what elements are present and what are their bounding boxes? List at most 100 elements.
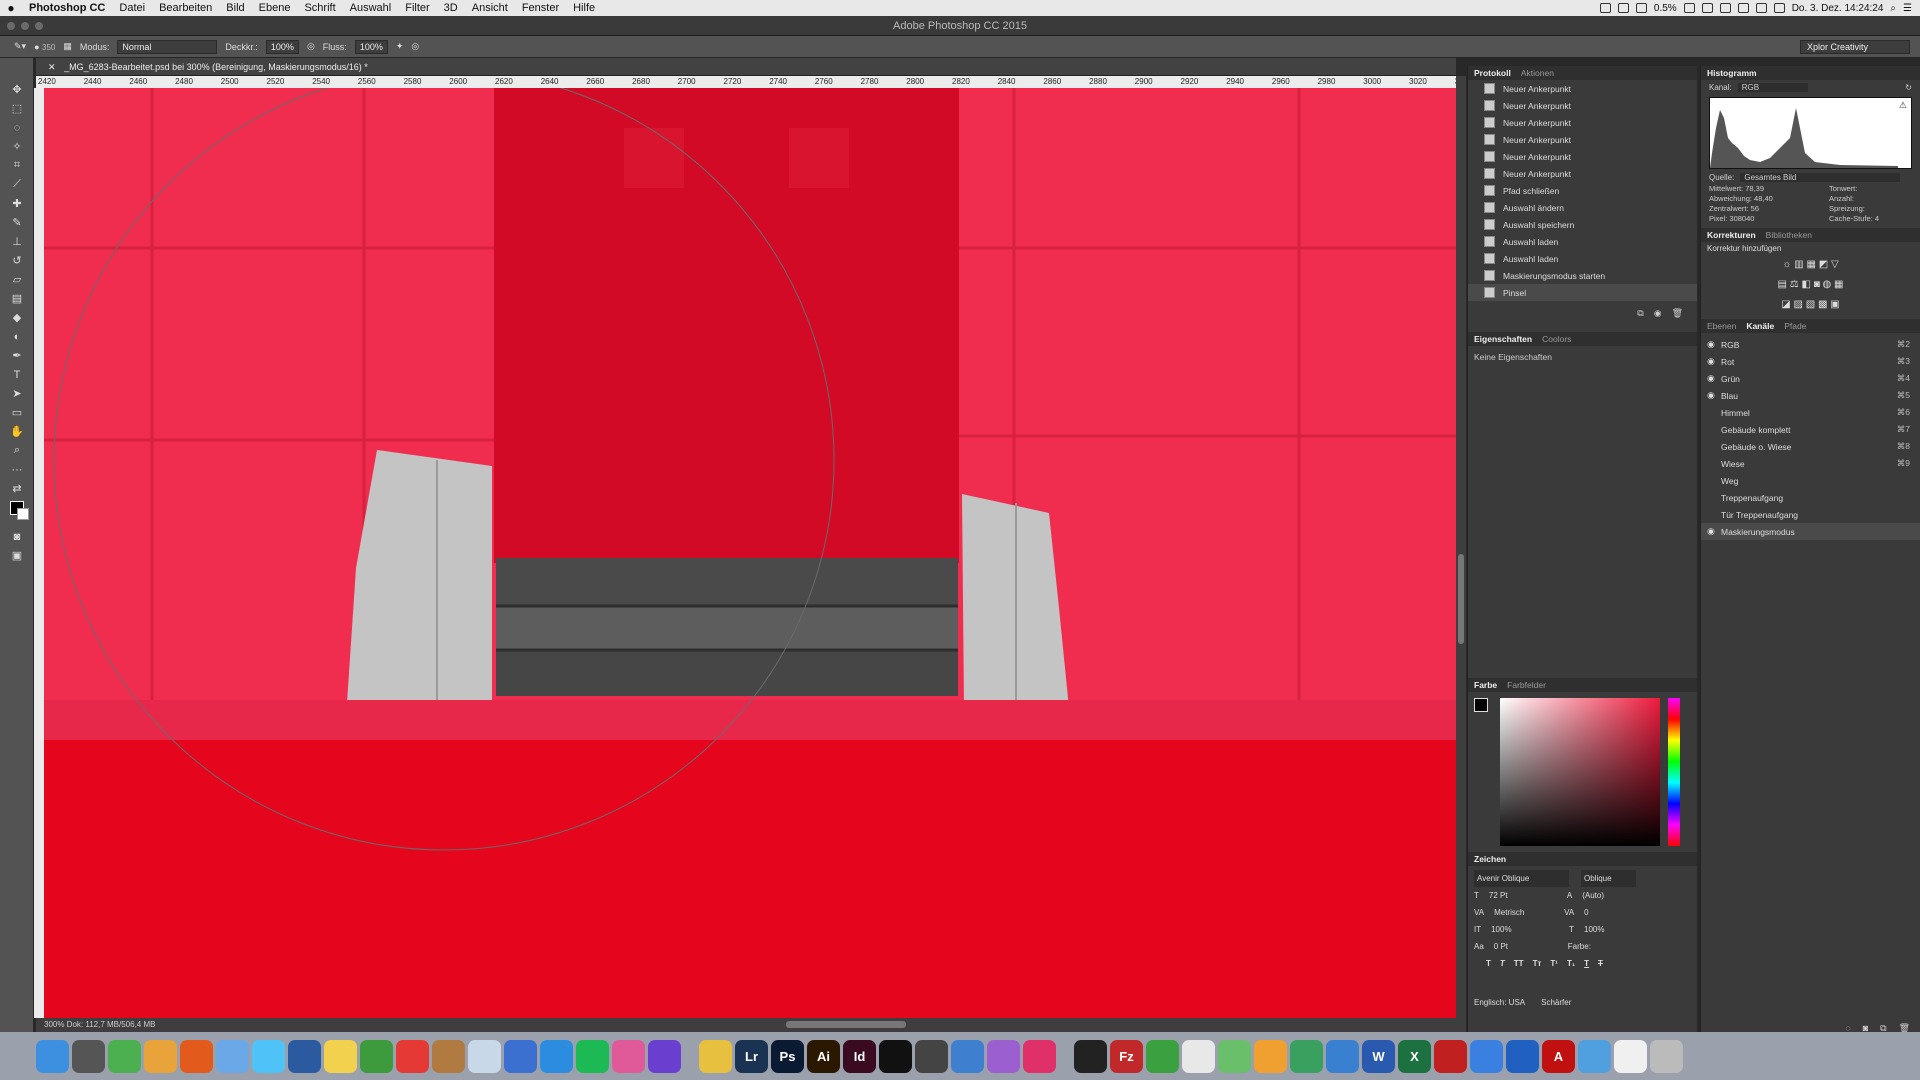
bluetooth-icon[interactable] [1737,3,1749,13]
history-item[interactable]: Neuer Ankerpunkt [1468,114,1697,131]
dock-app-keynote-icon[interactable] [951,1039,984,1073]
horizontal-scroll-thumb[interactable] [786,1021,906,1028]
faux-bold-button[interactable]: T [1486,955,1491,972]
visibility-eye-icon[interactable]: ◉ [1707,356,1721,367]
dock-app-word-icon[interactable]: W [1362,1039,1395,1073]
shape-tool-icon[interactable]: ▭ [0,403,34,422]
vertical-ruler[interactable] [34,88,44,1018]
channel-row[interactable]: Wiese ⌘9 [1701,455,1920,472]
vibrance-icon[interactable]: ▽ [1831,259,1839,270]
tab-pfade[interactable]: Pfade [1784,321,1806,331]
channel-row[interactable]: Weg [1701,472,1920,489]
history-item[interactable]: Neuer Ankerpunkt [1468,131,1697,148]
small-caps-button[interactable]: Tт [1533,955,1542,972]
dock-app-acrobat-icon[interactable]: A [1542,1039,1575,1073]
lasso-tool-icon[interactable]: ◌ [0,118,34,137]
dock-app-app store-icon[interactable] [540,1039,573,1073]
foreground-background-swatch[interactable] [0,498,34,520]
volume-icon[interactable] [1773,3,1785,13]
visibility-eye-icon[interactable]: ◉ [1707,390,1721,401]
menu-schrift[interactable]: Schrift [297,2,342,14]
dock-app-terminal-icon[interactable] [1074,1039,1107,1073]
brush-tool-icon[interactable]: ✎▾ [14,41,26,52]
font-family-select[interactable]: Avenir Oblique [1474,870,1569,887]
apple-menu-icon[interactable]: ● [0,1,22,15]
dock-app-scribe-icon[interactable] [1023,1039,1056,1073]
dock-app-ps-icon[interactable]: Ps [771,1039,804,1073]
dock-app-globe-icon[interactable] [504,1039,537,1073]
spotlight-icon[interactable]: ⌕ [1890,3,1896,14]
menu-filter[interactable]: Filter [398,2,436,14]
histogram-source-select[interactable]: Gesamtes Bild [1740,173,1901,182]
tab-farbe[interactable]: Farbe [1474,680,1497,690]
move-tool-icon[interactable]: ✥ [0,80,34,99]
dock-app-chrome-icon[interactable] [144,1039,177,1073]
marquee-tool-icon[interactable]: ⬚ [0,99,34,118]
tab-kanaele[interactable]: Kanäle [1746,321,1774,331]
brush-tool-icon[interactable]: ✎ [0,213,34,232]
history-item[interactable]: Maskierungsmodus starten [1468,267,1697,284]
visibility-eye-icon[interactable]: ◉ [1707,339,1721,350]
menu-3d[interactable]: 3D [437,2,465,14]
user-icon[interactable] [1701,3,1713,13]
path-select-tool-icon[interactable]: ➤ [0,384,34,403]
curves-icon[interactable]: ▦ [1807,259,1816,270]
menu-bild[interactable]: Bild [219,2,251,14]
dock-app-excel-icon[interactable]: X [1398,1039,1431,1073]
pen-tool-icon[interactable]: ✒ [0,346,34,365]
hue-slider[interactable] [1668,698,1680,846]
exposure-icon[interactable]: ◩ [1819,259,1828,270]
channel-row[interactable]: ◉ Maskierungsmodus [1701,523,1920,540]
opacity-input[interactable]: 100% [265,39,299,54]
language-select[interactable]: Englisch: USA [1474,994,1525,1011]
dock-app-numbers-icon[interactable] [1290,1039,1323,1073]
channel-row[interactable]: Himmel ⌘6 [1701,404,1920,421]
dock-app-notes-icon[interactable] [324,1039,357,1073]
threshold-icon[interactable]: ▧ [1806,299,1815,310]
histogram-channel-select[interactable]: RGB [1737,83,1808,92]
all-caps-button[interactable]: TT [1514,955,1524,972]
invert-icon[interactable]: ◪ [1781,299,1790,310]
black-white-icon[interactable]: ◧ [1801,279,1810,290]
dock-app-books-icon[interactable] [432,1039,465,1073]
healing-tool-icon[interactable]: ✚ [0,194,34,213]
menu-auswahl[interactable]: Auswahl [343,2,399,14]
onepassword-icon[interactable] [1617,3,1629,13]
histogram-panel-title[interactable]: Histogramm [1707,68,1757,78]
dock-app-ai-icon[interactable]: Ai [807,1039,840,1073]
brightness-icon[interactable]: ☼ [1782,259,1791,270]
visibility-eye-icon[interactable]: ◉ [1707,373,1721,384]
history-item[interactable]: Auswahl laden [1468,233,1697,250]
dock-app-imovie-icon[interactable] [648,1039,681,1073]
gradient-map-icon[interactable]: ▩ [1818,299,1827,310]
minimize-window-button[interactable] [21,22,29,30]
tab-aktionen[interactable]: Aktionen [1521,68,1554,78]
quick-select-tool-icon[interactable]: ✧ [0,137,34,156]
dock-app-maps-icon[interactable] [108,1039,141,1073]
dodge-tool-icon[interactable]: ◐ [0,327,34,346]
faux-italic-button[interactable]: T [1500,955,1505,972]
levels-icon[interactable]: ▥ [1794,259,1803,270]
hue-saturation-icon[interactable]: ▤ [1777,279,1786,290]
history-item[interactable]: Neuer Ankerpunkt [1468,165,1697,182]
history-item[interactable]: Auswahl ändern [1468,199,1697,216]
horizontal-scale-input[interactable]: 100% [1584,921,1604,938]
pressure-opacity-icon[interactable]: ◎ [307,41,315,52]
dock-app-docs-icon[interactable] [1614,1039,1647,1073]
menu-clock[interactable]: Do. 3. Dez. 14:24:24 [1792,3,1884,14]
menu-photoshop[interactable]: Photoshop CC [22,2,112,14]
cloud-icon[interactable] [1635,3,1647,13]
menu-ebene[interactable]: Ebene [252,2,298,14]
dock-app-filezilla-icon[interactable]: Fz [1110,1039,1143,1073]
notification-icon[interactable]: ☰ [1903,3,1912,14]
pressure-size-icon[interactable]: ◎ [411,41,419,52]
default-colors-icon[interactable]: ⇄ [0,479,34,498]
zoom-window-button[interactable] [35,22,43,30]
brush-preset-picker[interactable]: ● 350 [34,42,55,52]
channel-row[interactable]: ◉ Rot ⌘3 [1701,353,1920,370]
brush-panel-toggle-icon[interactable]: ▦ [63,41,72,52]
dock-app-messages-icon[interactable] [252,1039,285,1073]
document-status[interactable]: 300% Dok: 112,7 MB/506,4 MB [44,1020,155,1029]
dock-app-lr-icon[interactable]: Lr [735,1039,768,1073]
dock-app-1p2-icon[interactable] [1506,1039,1539,1073]
